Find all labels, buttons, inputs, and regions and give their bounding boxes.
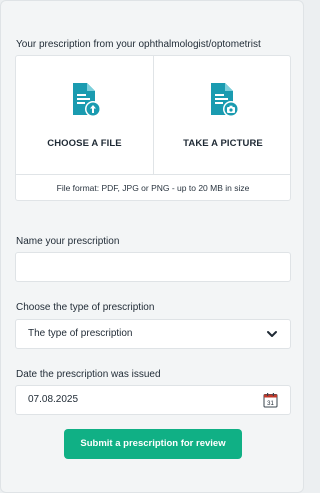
choose-file-label: CHOOSE A FILE — [47, 138, 122, 149]
prescription-name-input[interactable] — [15, 252, 291, 282]
camera-document-icon — [211, 83, 239, 117]
name-field-label: Name your prescription — [16, 236, 120, 247]
take-picture-button[interactable]: TAKE A PICTURE — [154, 56, 292, 174]
chevron-down-icon — [267, 331, 277, 337]
file-upload-icon — [72, 83, 101, 117]
take-picture-label: TAKE A PICTURE — [183, 138, 263, 149]
upload-section-label: Your prescription from your ophthalmolog… — [16, 39, 261, 50]
prescription-type-select[interactable]: The type of prescription — [15, 319, 291, 349]
date-field-label: Date the prescription was issued — [16, 369, 161, 380]
calendar-day-number: 31 — [267, 401, 274, 407]
choose-file-button[interactable]: CHOOSE A FILE — [16, 56, 154, 174]
issue-date-value: 07.08.2025 — [28, 394, 79, 405]
file-format-note: File format: PDF, JPG or PNG - up to 20 … — [16, 174, 290, 202]
issue-date-input[interactable]: 07.08.2025 31 — [15, 385, 291, 415]
prescription-form: Your prescription from your ophthalmolog… — [0, 0, 304, 493]
calendar-icon[interactable]: 31 — [263, 392, 278, 408]
type-field-label: Choose the type of prescription — [16, 302, 155, 313]
upload-box: CHOOSE A FILE TAKE A PICTURE File format… — [15, 55, 291, 201]
submit-prescription-button[interactable]: Submit a prescription for review — [64, 429, 242, 459]
prescription-type-value: The type of prescription — [28, 328, 133, 339]
